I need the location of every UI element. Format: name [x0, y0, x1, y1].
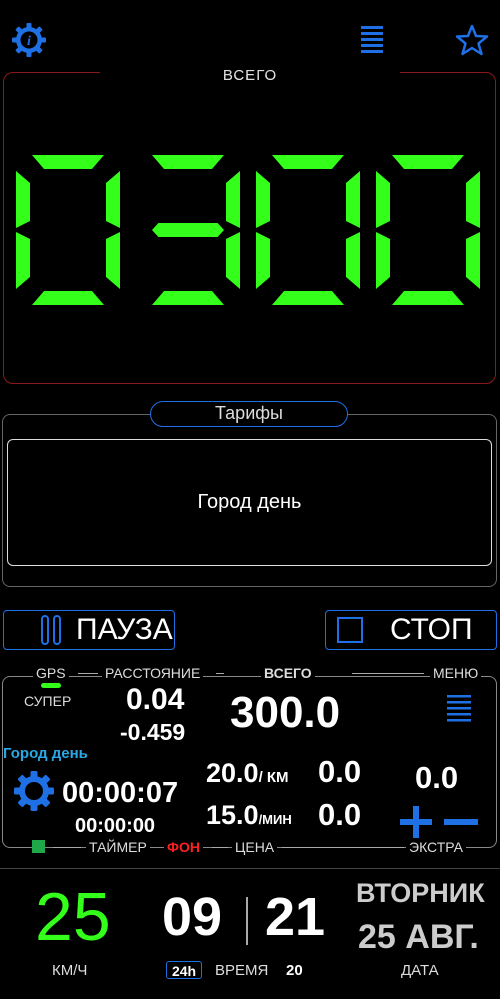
timer-label: ТАЙМЕР	[86, 839, 150, 855]
lcd-segment	[226, 171, 240, 228]
lcd-segment	[256, 232, 270, 289]
tariffs-title[interactable]: Тарифы	[150, 401, 348, 427]
gps-label: GPS	[33, 665, 69, 681]
lcd-segment	[256, 171, 270, 228]
lcd-segment	[152, 291, 224, 305]
clock-minutes: 21	[265, 887, 326, 947]
time-format-badge[interactable]: 24h	[166, 961, 202, 979]
stop-label: СТОП	[390, 613, 473, 646]
extra-label: ЭКСТРА	[406, 839, 466, 855]
total-value: 300.0	[230, 688, 341, 737]
menu-icon	[361, 26, 383, 53]
timer-sub-value: 00:00:00	[75, 815, 156, 837]
star-icon	[455, 24, 489, 56]
distance-delta: -0.459	[120, 719, 186, 745]
lcd-segment	[32, 291, 104, 305]
clock-hours: 09	[162, 887, 223, 947]
timer-status-square	[32, 840, 45, 853]
date-value: 25 АВГ.	[358, 918, 479, 956]
stop-icon	[337, 617, 363, 643]
current-tariff-name: Город день	[3, 745, 88, 762]
lcd-segment	[376, 232, 390, 289]
distance-value: 0.04	[126, 683, 185, 716]
speed-unit: КМ/Ч	[52, 962, 88, 979]
menu-label: МЕНЮ	[430, 665, 482, 681]
gps-quality: СУПЕР	[24, 693, 72, 709]
bottom-divider	[0, 868, 500, 869]
time-label: ВРЕМЯ	[215, 962, 269, 979]
tariff-selected-label: Город день	[197, 491, 302, 513]
extra-plus-button[interactable]	[398, 805, 434, 839]
minus-icon	[444, 819, 478, 825]
speed-value: 25	[35, 879, 111, 955]
lcd-segment	[272, 155, 344, 169]
lcd-segment	[466, 232, 480, 289]
timer-value: 00:00:07	[62, 777, 179, 809]
price-label: ЦЕНА	[232, 839, 278, 855]
clock-seconds: 20	[286, 962, 303, 979]
rate-min-value: 0.0	[318, 797, 362, 832]
rate-min: 15.0/МИН	[206, 800, 292, 830]
pause-button[interactable]: ПАУЗА	[3, 610, 175, 650]
info-gear-button[interactable]: i	[11, 22, 47, 58]
lcd-segment	[376, 171, 390, 228]
lcd-segment	[16, 171, 30, 228]
lcd-segment	[32, 155, 104, 169]
rate-km: 20.0/ КМ	[206, 758, 289, 788]
total-label-text: ВСЕГО	[222, 67, 278, 84]
lcd-segment	[152, 223, 224, 237]
pause-label: ПАУЗА	[76, 613, 173, 646]
weekday: ВТОРНИК	[356, 878, 485, 908]
extra-value: 0.0	[415, 760, 459, 795]
stop-button[interactable]: СТОП	[325, 610, 497, 650]
gear-icon	[14, 771, 54, 811]
total-small-label: ВСЕГО	[261, 665, 315, 681]
lcd-segment	[226, 232, 240, 289]
lcd-segment	[106, 171, 120, 228]
panel-menu-button[interactable]	[446, 693, 472, 723]
svg-text:i: i	[27, 34, 31, 49]
tariff-selector[interactable]: Город день	[7, 439, 492, 566]
lcd-segment	[392, 291, 464, 305]
settings-gear-button[interactable]	[13, 770, 55, 812]
pause-icon	[41, 615, 61, 645]
clock-separator	[246, 897, 248, 945]
plus-icon	[400, 806, 432, 838]
lcd-segment	[392, 155, 464, 169]
favorite-button[interactable]	[455, 24, 489, 56]
rate-km-unit: / КМ	[258, 769, 289, 786]
menu-button[interactable]	[360, 24, 386, 54]
gps-signal-bar	[41, 683, 61, 688]
lcd-segment	[346, 171, 360, 228]
total-digital-display	[12, 150, 490, 315]
lcd-segment	[152, 155, 224, 169]
lcd-segment	[106, 232, 120, 289]
date-label: ДАТА	[401, 962, 439, 979]
lcd-segment	[346, 232, 360, 289]
extra-minus-button[interactable]	[442, 805, 480, 839]
rate-min-unit: /МИН	[258, 812, 292, 827]
info-gear-icon: i	[12, 23, 46, 57]
rate-km-value: 0.0	[318, 754, 362, 789]
lcd-segment	[16, 232, 30, 289]
background-label[interactable]: ФОН	[164, 839, 203, 855]
list-menu-icon	[447, 695, 471, 722]
lcd-segment	[272, 291, 344, 305]
lcd-segment	[466, 171, 480, 228]
distance-label: РАССТОЯНИЕ	[102, 665, 204, 681]
